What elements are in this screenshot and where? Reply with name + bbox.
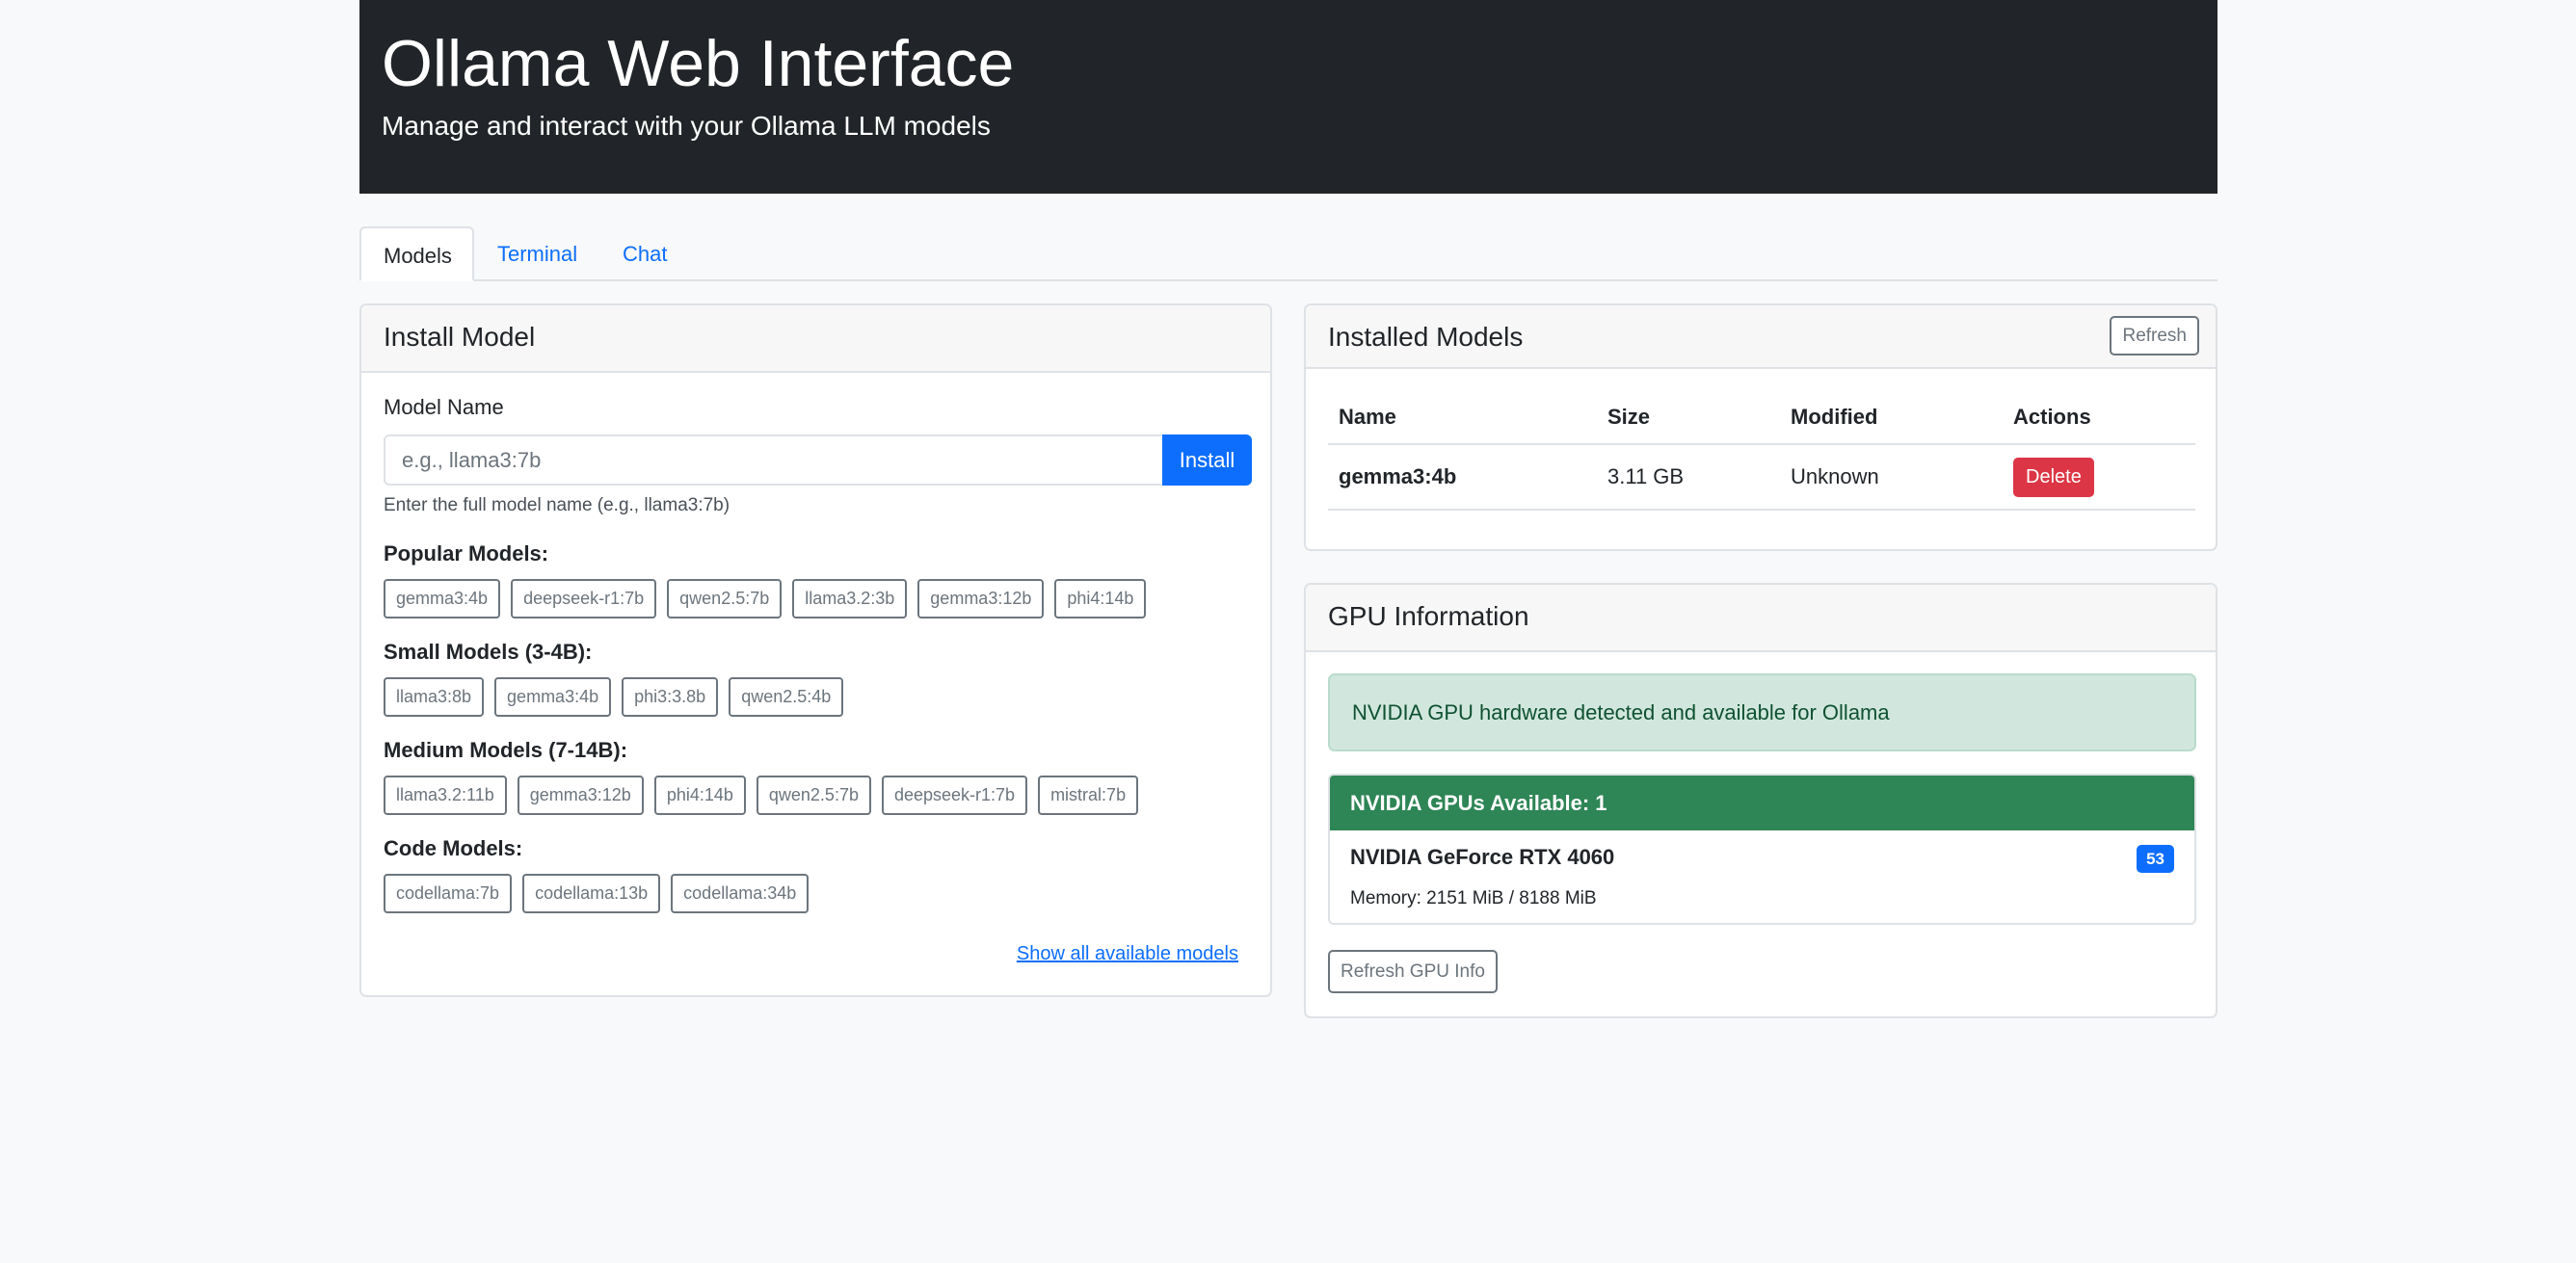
install-card-header: Install Model — [361, 305, 1270, 373]
model-chip[interactable]: phi3:3.8b — [622, 677, 719, 717]
gpu-memory: Memory: 2151 MiB / 8188 MiB — [1350, 888, 1597, 908]
group-title-small: Small Models (3-4B): — [384, 640, 593, 664]
show-all-models-link[interactable]: Show all available models — [1017, 943, 1238, 965]
model-chip[interactable]: gemma3:4b — [494, 677, 612, 717]
model-chip[interactable]: deepseek-r1:7b — [511, 579, 657, 618]
column-header-modified: Modified — [1780, 390, 2003, 445]
column-header-name: Name — [1328, 390, 1597, 445]
tab-bar: Models Terminal Chat — [359, 226, 2217, 281]
model-chip[interactable]: phi4:14b — [1054, 579, 1147, 618]
tab-chat[interactable]: Chat — [600, 226, 689, 281]
model-name-help: Enter the full model name (e.g., llama3:… — [384, 495, 730, 515]
column-header-size: Size — [1597, 390, 1780, 445]
model-chip[interactable]: llama3:8b — [384, 677, 485, 717]
refresh-gpu-button[interactable]: Refresh GPU Info — [1328, 950, 1498, 993]
medium-models-chips: llama3.2:11b gemma3:12b phi4:14b qwen2.5… — [384, 776, 1139, 815]
page-header: Ollama Web Interface Manage and interact… — [359, 0, 2217, 194]
model-chip[interactable]: mistral:7b — [1038, 776, 1139, 815]
model-size-cell: 3.11 GB — [1597, 444, 1780, 511]
table-row: gemma3:4b 3.11 GB Unknown Delete — [1328, 444, 2195, 511]
gpu-available-header: NVIDIA GPUs Available: 1 — [1330, 776, 2194, 830]
gpu-device-name: NVIDIA GeForce RTX 4060 — [1350, 845, 1615, 869]
model-actions-cell: Delete — [2003, 444, 2195, 511]
model-chip[interactable]: qwen2.5:7b — [667, 579, 783, 618]
model-chip[interactable]: gemma3:12b — [517, 776, 644, 815]
installed-card-header: Installed Models Refresh — [1306, 305, 2216, 369]
table-header-row: Name Size Modified Actions — [1328, 390, 2195, 445]
gpu-info-card: GPU Information NVIDIA GPU hardware dete… — [1304, 583, 2217, 1018]
installed-models-table: Name Size Modified Actions gemma3:4b 3.1… — [1328, 390, 2195, 511]
gpu-card-title: GPU Information — [1328, 601, 1529, 631]
install-button[interactable]: Install — [1162, 434, 1252, 486]
model-name-label: Model Name — [384, 395, 504, 419]
page-subtitle: Manage and interact with your Ollama LLM… — [382, 111, 991, 141]
installed-card-title: Installed Models — [1328, 322, 1524, 352]
gpu-badge: 53 — [2137, 845, 2174, 873]
install-card-title: Install Model — [384, 322, 536, 352]
popular-models-chips: gemma3:4b deepseek-r1:7b qwen2.5:7b llam… — [384, 579, 1147, 618]
gpu-detected-alert: NVIDIA GPU hardware detected and availab… — [1328, 673, 2196, 751]
installed-models-card: Installed Models Refresh Name Size Modif… — [1304, 303, 2217, 551]
model-name-input[interactable] — [384, 434, 1162, 486]
column-header-actions: Actions — [2003, 390, 2195, 445]
model-chip[interactable]: codellama:13b — [522, 874, 661, 913]
model-chip[interactable]: gemma3:12b — [917, 579, 1045, 618]
model-name-cell: gemma3:4b — [1328, 444, 1597, 511]
app-container: Ollama Web Interface Manage and interact… — [359, 0, 2217, 1018]
small-models-chips: llama3:8b gemma3:4b phi3:3.8b qwen2.5:4b — [384, 677, 844, 717]
install-model-card: Install Model Model Name Install Enter t… — [359, 303, 1272, 997]
model-chip[interactable]: llama3.2:11b — [384, 776, 507, 815]
model-chip[interactable]: qwen2.5:7b — [756, 776, 871, 815]
tab-terminal[interactable]: Terminal — [475, 226, 599, 281]
page-title: Ollama Web Interface — [382, 27, 1015, 100]
model-chip[interactable]: codellama:7b — [384, 874, 513, 913]
gpu-device-item: NVIDIA GeForce RTX 4060 53 Memory: 2151 … — [1330, 830, 2194, 923]
model-chip[interactable]: codellama:34b — [671, 874, 810, 913]
gpu-list: NVIDIA GPUs Available: 1 NVIDIA GeForce … — [1328, 774, 2196, 925]
model-chip[interactable]: llama3.2:3b — [792, 579, 908, 618]
model-chip[interactable]: phi4:14b — [653, 776, 746, 815]
tab-models[interactable]: Models — [359, 226, 474, 281]
refresh-models-button[interactable]: Refresh — [2110, 316, 2199, 355]
model-chip[interactable]: qwen2.5:4b — [729, 677, 844, 717]
code-models-chips: codellama:7b codellama:13b codellama:34b — [384, 874, 810, 913]
group-title-medium: Medium Models (7-14B): — [384, 738, 628, 762]
model-install-input-group: Install — [384, 434, 1252, 486]
gpu-card-header: GPU Information — [1306, 585, 2216, 652]
model-chip[interactable]: deepseek-r1:7b — [881, 776, 1028, 815]
group-title-code: Code Models: — [384, 836, 523, 860]
model-chip[interactable]: gemma3:4b — [384, 579, 501, 618]
model-modified-cell: Unknown — [1780, 444, 2003, 511]
delete-model-button[interactable]: Delete — [2013, 457, 2094, 497]
group-title-popular: Popular Models: — [384, 541, 549, 566]
